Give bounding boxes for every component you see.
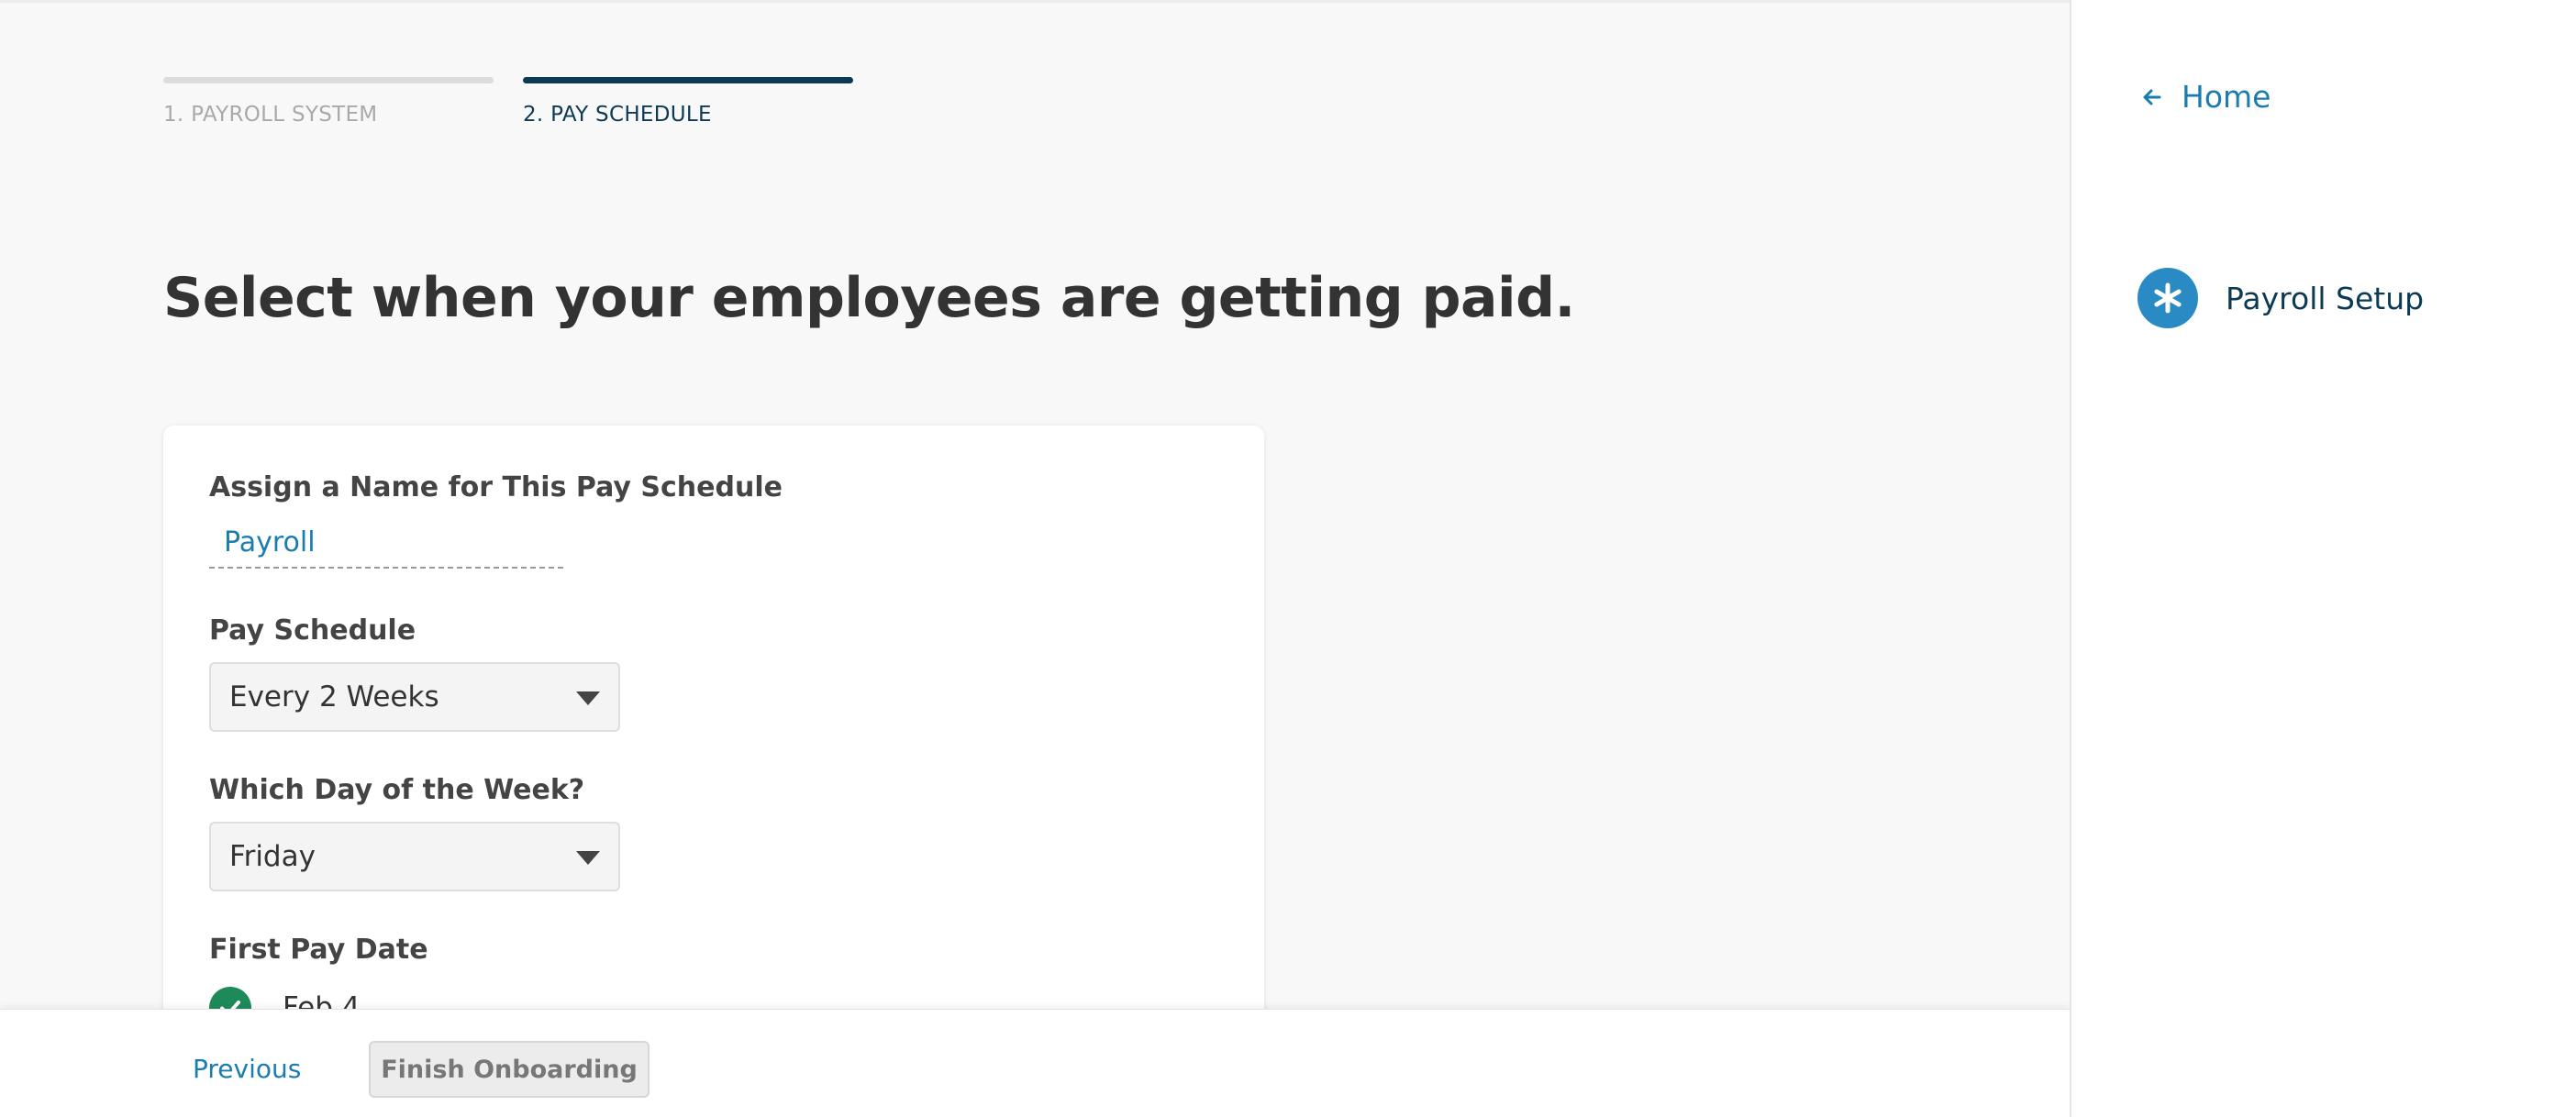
asterisk-icon	[2137, 268, 2198, 328]
pay-day-value: Friday	[229, 840, 316, 873]
home-link-label: Home	[2182, 79, 2271, 115]
arrow-left-icon	[2143, 89, 2161, 105]
previous-link[interactable]: Previous	[193, 1054, 301, 1084]
step-progress-bar	[523, 77, 853, 83]
right-sidebar: Home Payroll Setup	[2070, 0, 2576, 1117]
schedule-name-label: Assign a Name for This Pay Schedule	[209, 471, 783, 503]
first-pay-date-label: First Pay Date	[209, 934, 428, 966]
pay-day-select[interactable]: Friday	[209, 822, 620, 891]
step-payroll-system[interactable]: 1. PAYROLL SYSTEM	[163, 77, 494, 127]
main-content: 1. PAYROLL SYSTEM 2. PAY SCHEDULE Select…	[0, 0, 2070, 1117]
pay-schedule-select[interactable]: Every 2 Weeks	[209, 662, 620, 732]
step-label: 1. PAYROLL SYSTEM	[163, 103, 378, 127]
footer-bar: Previous Finish Onboarding	[0, 1009, 2070, 1117]
pay-schedule-value: Every 2 Weeks	[229, 680, 439, 713]
home-link[interactable]: Home	[2141, 79, 2271, 115]
top-divider	[0, 0, 2070, 3]
sidebar-item-payroll-setup[interactable]: Payroll Setup	[2137, 268, 2424, 328]
page-title: Select when your employees are getting p…	[163, 266, 1575, 330]
finish-onboarding-button[interactable]: Finish Onboarding	[369, 1041, 650, 1098]
step-pay-schedule[interactable]: 2. PAY SCHEDULE	[523, 77, 853, 127]
schedule-name-input[interactable]	[209, 517, 563, 569]
caret-down-icon	[576, 851, 600, 865]
step-progress-bar	[163, 77, 494, 83]
caret-down-icon	[576, 691, 600, 705]
pay-day-label: Which Day of the Week?	[209, 774, 585, 806]
pay-schedule-label: Pay Schedule	[209, 614, 416, 647]
sidebar-item-label: Payroll Setup	[2226, 280, 2425, 316]
step-label: 2. PAY SCHEDULE	[523, 103, 712, 127]
